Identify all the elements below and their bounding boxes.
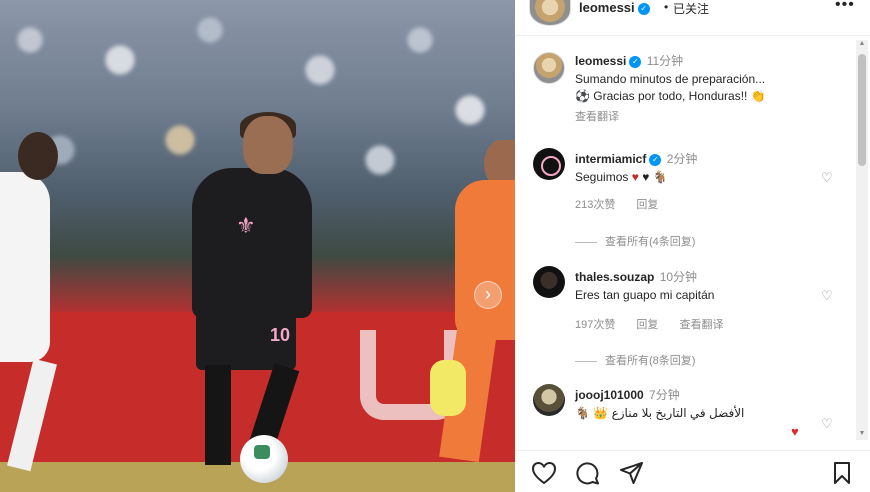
caption-username[interactable]: leomessi (575, 54, 626, 68)
heart-icon (531, 461, 557, 485)
red-heart-emoji-icon: ♥ (631, 170, 639, 184)
caption-username-row: leomessi ✓ 11分钟 (575, 52, 683, 69)
more-options-icon[interactable]: ••• (835, 0, 855, 14)
author-avatar[interactable] (529, 0, 571, 26)
caption-line-2: Gracias por todo, Honduras!! (593, 89, 748, 103)
share-button[interactable] (619, 461, 645, 490)
opponent-player-head (18, 132, 58, 180)
commenter-username[interactable]: intermiamicf (575, 152, 646, 166)
comments-list[interactable]: leomessi ✓ 11分钟 Sumando minutos de prepar… (515, 44, 855, 444)
like-button[interactable] (531, 461, 557, 490)
comment-text: Eres tan guapo mi capitán (575, 288, 715, 302)
comment-reply-button[interactable]: 回复 (636, 199, 658, 211)
commenter-username-row: intermiamicf ✓ 2分钟 (575, 150, 697, 167)
liked-red-heart-icon: ♥ (791, 424, 799, 439)
post-header: leomessi ✓ • 已关注 ••• (515, 0, 870, 36)
caption-line-2-row: ⚽ Gracias por todo, Honduras!! 👏 (575, 88, 766, 105)
opponent-player-body (0, 172, 50, 362)
comment-like-heart-icon[interactable]: ♡ (821, 288, 833, 304)
goat-emoji-icon: 🐐 (652, 170, 668, 184)
comments-scrollbar[interactable]: ▲ ▼ (856, 40, 868, 440)
following-button[interactable]: 已关注 (673, 0, 709, 17)
verified-badge-icon: ✓ (649, 153, 662, 166)
view-replies-link[interactable]: 查看所有(8条回复) (575, 352, 695, 368)
comment-text: Seguimos (575, 170, 629, 184)
author-username[interactable]: leomessi (579, 0, 635, 15)
shorts-number: 10 (270, 325, 291, 345)
verified-badge-icon: ✓ (629, 55, 642, 68)
comment-time: 10分钟 (659, 270, 698, 284)
goalkeeper-glove (430, 360, 466, 416)
author-username-row[interactable]: leomessi ✓ (579, 0, 650, 15)
comment-like-heart-icon[interactable]: ♡ (821, 416, 833, 432)
comment-text-row: 🐐 👑 الأفضل في التاريخ بلا منازع (575, 405, 744, 422)
commenter-username[interactable]: joooj101000 (575, 388, 644, 402)
commenter-username-row: thales.souzap 10分钟 (575, 268, 697, 285)
caption-line-1: Sumando minutos de preparación... (575, 72, 766, 86)
post-side-panel: leomessi ✓ • 已关注 ••• leomessi ✓ 11分钟 Suman… (515, 0, 870, 492)
scroll-up-arrow-icon[interactable]: ▲ (856, 40, 868, 50)
club-crest: ⚜ (236, 213, 256, 238)
messi-shirt (192, 168, 312, 318)
caption-translate-link[interactable]: 查看翻译 (575, 111, 619, 123)
send-icon (620, 462, 643, 484)
save-button[interactable] (831, 461, 853, 490)
black-heart-emoji-icon: ♥ (642, 170, 650, 184)
comment-like-heart-icon[interactable]: ♡ (821, 170, 833, 186)
commenter-avatar[interactable] (533, 148, 565, 180)
comment-icon (576, 462, 599, 485)
header-separator: • (664, 0, 669, 14)
view-replies-link[interactable]: 查看所有(4条回复) (575, 233, 695, 249)
chevron-right-icon: › (485, 284, 491, 304)
goalkeeper-body (455, 180, 515, 340)
post-photo[interactable]: ⚜ 10 › (0, 0, 515, 492)
comment-text-row: Seguimos ♥ ♥ 🐐 (575, 169, 668, 186)
next-image-button[interactable]: › (474, 281, 502, 309)
caption-avatar[interactable] (533, 52, 565, 84)
comment-time: 2分钟 (666, 152, 698, 166)
scroll-down-arrow-icon[interactable]: ▼ (856, 430, 868, 440)
commenter-username-row: joooj101000 7分钟 (575, 386, 680, 403)
messi-head (243, 116, 293, 174)
comment-time: 7分钟 (649, 388, 680, 402)
post-action-bar (515, 450, 870, 492)
caption-translate-row: 查看翻译 (575, 108, 637, 124)
scrollbar-thumb[interactable] (858, 54, 866, 166)
soccer-ball-emoji-icon: ⚽ (575, 89, 590, 103)
bookmark-icon (834, 462, 850, 484)
comment-button[interactable] (575, 461, 601, 490)
comment-likes[interactable]: 213次赞 (575, 199, 615, 211)
verified-badge-icon: ✓ (637, 2, 650, 15)
caption-time: 11分钟 (646, 54, 684, 68)
commenter-avatar[interactable] (533, 266, 565, 298)
comment-reply-button[interactable]: 回复 (636, 319, 658, 331)
comment-meta: 197次赞 回复 查看翻译 (575, 316, 741, 332)
comment-text: الأفضل في التاريخ بلا منازع (611, 406, 745, 420)
crown-emoji-icon: 👑 (593, 406, 609, 420)
commenter-username[interactable]: thales.souzap (575, 270, 654, 284)
comment-translate-link[interactable]: 查看翻译 (679, 319, 723, 331)
clapping-hands-emoji-icon: 👏 (750, 89, 766, 103)
soccer-ball (240, 435, 288, 483)
commenter-avatar[interactable] (533, 384, 565, 416)
comment-likes[interactable]: 197次赞 (575, 319, 615, 331)
goat-emoji-icon: 🐐 (575, 406, 590, 420)
comment-meta: 213次赞 回复 (575, 196, 676, 212)
messi-leg-left (205, 365, 231, 465)
